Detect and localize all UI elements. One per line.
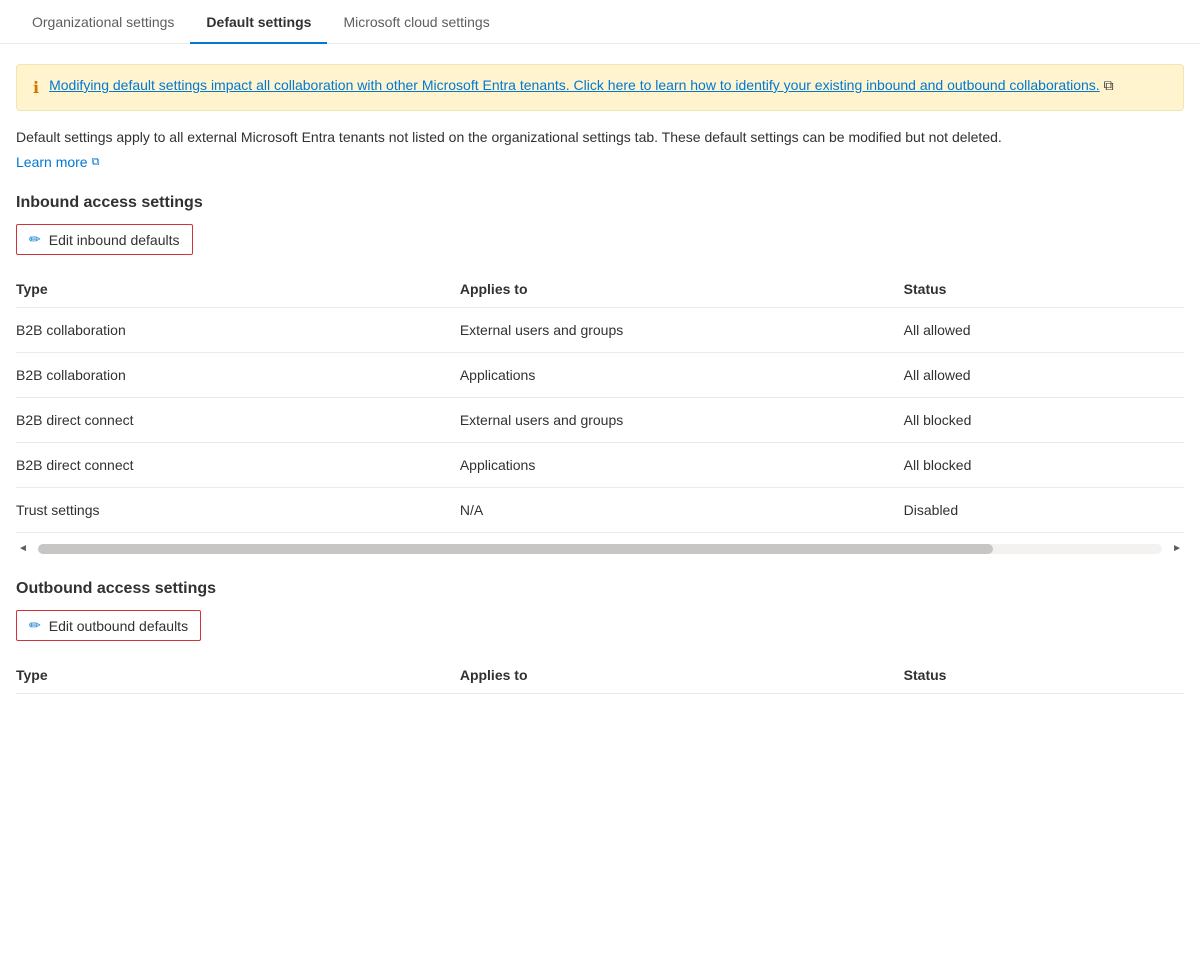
outbound-table: Type Applies to Status [16,657,1184,694]
cell-applies-to: Applications [460,353,904,398]
cell-type: Trust settings [16,488,460,533]
tab-cloud[interactable]: Microsoft cloud settings [327,0,505,44]
cell-applies-to: External users and groups [460,398,904,443]
cell-status: Disabled [904,488,1184,533]
edit-inbound-label: Edit inbound defaults [49,232,180,248]
scroll-container: ◄ ► [16,541,1184,556]
table-row: Trust settingsN/ADisabled [16,488,1184,533]
learn-more-ext-icon: ⧉ [92,156,100,169]
col-applies-inbound: Applies to [460,271,904,308]
cell-applies-to: N/A [460,488,904,533]
scroll-track[interactable] [38,544,1162,554]
cell-type: B2B collaboration [16,353,460,398]
cell-type: B2B direct connect [16,398,460,443]
edit-inbound-button[interactable]: ✏ Edit inbound defaults [16,224,193,255]
cell-status: All allowed [904,308,1184,353]
info-icon: ℹ [33,78,39,98]
col-status-outbound: Status [904,657,1184,694]
col-applies-outbound: Applies to [460,657,904,694]
inbound-table: Type Applies to Status B2B collaboration… [16,271,1184,533]
cell-status: All blocked [904,443,1184,488]
inbound-heading: Inbound access settings [16,194,1184,212]
scroll-left-arrow[interactable]: ◄ [16,541,30,556]
pencil-icon-outbound: ✏ [29,617,41,634]
table-row: B2B collaborationExternal users and grou… [16,308,1184,353]
col-type-inbound: Type [16,271,460,308]
col-type-outbound: Type [16,657,460,694]
banner-ext-icon: ⧉ [1104,77,1114,93]
main-content: ℹ Modifying default settings impact all … [0,44,1200,722]
pencil-icon-inbound: ✏ [29,231,41,248]
tab-organizational[interactable]: Organizational settings [16,0,190,44]
scroll-thumb[interactable] [38,544,994,554]
cell-applies-to: Applications [460,443,904,488]
edit-outbound-button[interactable]: ✏ Edit outbound defaults [16,610,201,641]
banner-link[interactable]: Modifying default settings impact all co… [49,77,1100,93]
cell-status: All allowed [904,353,1184,398]
col-status-inbound: Status [904,271,1184,308]
cell-status: All blocked [904,398,1184,443]
learn-more-link[interactable]: Learn more ⧉ [16,154,99,170]
cell-applies-to: External users and groups [460,308,904,353]
description-text: Default settings apply to all external M… [16,127,1184,148]
tab-default[interactable]: Default settings [190,0,327,44]
outbound-heading: Outbound access settings [16,580,1184,598]
banner-text: Modifying default settings impact all co… [49,77,1113,94]
table-row: B2B direct connectExternal users and gro… [16,398,1184,443]
scroll-right-arrow[interactable]: ► [1170,541,1184,556]
tab-bar: Organizational settings Default settings… [0,0,1200,44]
table-row: B2B collaborationApplicationsAll allowed [16,353,1184,398]
table-row: B2B direct connectApplicationsAll blocke… [16,443,1184,488]
edit-outbound-label: Edit outbound defaults [49,618,188,634]
cell-type: B2B collaboration [16,308,460,353]
info-banner: ℹ Modifying default settings impact all … [16,64,1184,111]
cell-type: B2B direct connect [16,443,460,488]
